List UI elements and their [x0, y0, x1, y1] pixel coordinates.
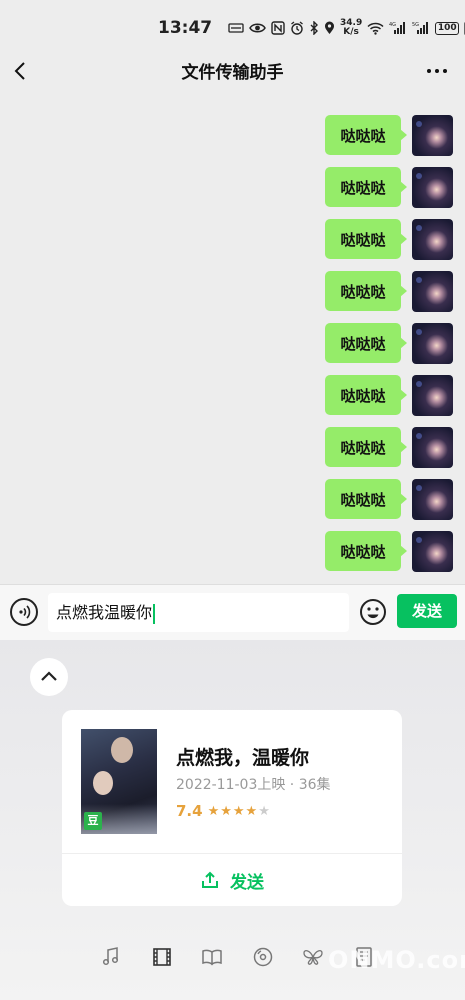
location-icon [324, 21, 335, 35]
avatar[interactable] [412, 426, 453, 468]
vinyl-icon[interactable] [252, 946, 274, 968]
avatar[interactable] [412, 478, 453, 520]
status-bar: 13:47 34.9 K/s 4G 5G 100 [0, 0, 465, 55]
message-bubble[interactable]: 哒哒哒 [325, 531, 407, 571]
movie-poster[interactable]: 豆 [81, 729, 157, 834]
avatar[interactable] [412, 322, 453, 364]
message-bubble[interactable]: 哒哒哒 [325, 427, 407, 467]
status-time: 13:47 [158, 18, 213, 38]
message-bubble[interactable]: 哒哒哒 [325, 115, 407, 155]
butterfly-icon[interactable] [302, 946, 324, 968]
more-button[interactable] [425, 59, 449, 83]
poster-figure [111, 737, 133, 763]
star-icon: ★ [258, 803, 271, 819]
wifi-icon [367, 22, 384, 35]
smiley-icon [360, 599, 386, 625]
book-icon[interactable] [201, 946, 223, 968]
avatar[interactable] [412, 114, 453, 156]
message-bubble[interactable]: 哒哒哒 [325, 375, 407, 415]
chat-message-list[interactable]: 哒哒哒 哒哒哒 哒哒哒 哒哒哒 哒哒哒 哒哒哒 哒哒哒 哒哒哒 哒哒哒 [0, 92, 465, 584]
signal-5g-icon: 5G [412, 21, 430, 35]
app-notification-icon [228, 22, 244, 34]
collapse-button[interactable] [30, 658, 68, 696]
star-icon: ★ [220, 803, 233, 819]
message-bubble[interactable]: 哒哒哒 [325, 219, 407, 259]
text-caret [153, 603, 156, 624]
message-row: 哒哒哒 [325, 218, 453, 260]
star-icon: ★ [232, 803, 246, 819]
svg-text:5G: 5G [412, 22, 419, 28]
bluetooth-icon [309, 21, 319, 35]
upload-icon [202, 871, 218, 888]
voice-icon [19, 605, 31, 619]
chevron-up-icon [41, 671, 57, 681]
voice-input-button[interactable] [10, 598, 38, 626]
card-send-label: 发送 [230, 872, 264, 893]
rating-score: 7.4 [176, 802, 203, 820]
alarm-icon [290, 21, 304, 35]
card-send-button[interactable]: 发送 [62, 854, 402, 906]
message-row: 哒哒哒 [325, 322, 453, 364]
music-icon[interactable] [100, 946, 122, 968]
signal-4g-icon: 4G [389, 21, 407, 35]
avatar[interactable] [412, 218, 453, 260]
message-row: 哒哒哒 [325, 426, 453, 468]
message-bubble[interactable]: 哒哒哒 [325, 167, 407, 207]
message-row: 哒哒哒 [325, 478, 453, 520]
watermark: ONMO.com [328, 946, 465, 974]
message-row: 哒哒哒 [325, 114, 453, 156]
message-row: 哒哒哒 [325, 374, 453, 416]
avatar[interactable] [412, 374, 453, 416]
message-row: 哒哒哒 [325, 166, 453, 208]
movie-card[interactable]: 豆 点燃我，温暖你 2022-11-03上映 · 36集 7.4 ★★★★★ 发… [62, 710, 402, 906]
more-dots-icon [427, 69, 447, 73]
net-speed-unit: K/s [343, 27, 359, 37]
star-icon: ★ [245, 803, 259, 819]
page-title: 文件传输助手 [181, 63, 284, 83]
avatar[interactable] [412, 530, 453, 572]
svg-text:4G: 4G [389, 22, 396, 28]
eye-icon [249, 22, 266, 34]
nfc-icon [271, 21, 285, 35]
message-row: 哒哒哒 [325, 530, 453, 572]
emoji-button[interactable] [359, 598, 387, 626]
avatar[interactable] [412, 166, 453, 208]
douban-badge: 豆 [84, 812, 102, 830]
poster-figure [93, 771, 113, 795]
battery-icon: 100 [435, 21, 460, 35]
rating-stars: ★★★★★ [208, 804, 271, 819]
message-input-value: 点燃我温暖你 [56, 603, 153, 622]
message-bubble[interactable]: 哒哒哒 [325, 271, 407, 311]
nav-bar: 文件传输助手 [0, 52, 465, 92]
movie-title: 点燃我，温暖你 [176, 747, 310, 769]
message-row: 哒哒哒 [325, 270, 453, 312]
movie-meta: 2022-11-03上映 · 36集 [176, 777, 331, 793]
message-input[interactable]: 点燃我温暖你 [48, 593, 349, 632]
film-icon[interactable] [151, 946, 173, 968]
message-bubble[interactable]: 哒哒哒 [325, 323, 407, 363]
input-bar: 点燃我温暖你 发送 [0, 584, 465, 640]
message-bubble[interactable]: 哒哒哒 [325, 479, 407, 519]
send-button[interactable]: 发送 [397, 594, 457, 628]
suggestion-panel: 豆 点燃我，温暖你 2022-11-03上映 · 36集 7.4 ★★★★★ 发… [0, 640, 465, 1000]
avatar[interactable] [412, 270, 453, 312]
star-icon: ★ [207, 803, 221, 819]
net-speed: 34.9 K/s [340, 19, 362, 37]
status-icons: 34.9 K/s 4G 5G 100 [228, 16, 465, 40]
movie-rating: 7.4 ★★★★★ [176, 802, 271, 820]
